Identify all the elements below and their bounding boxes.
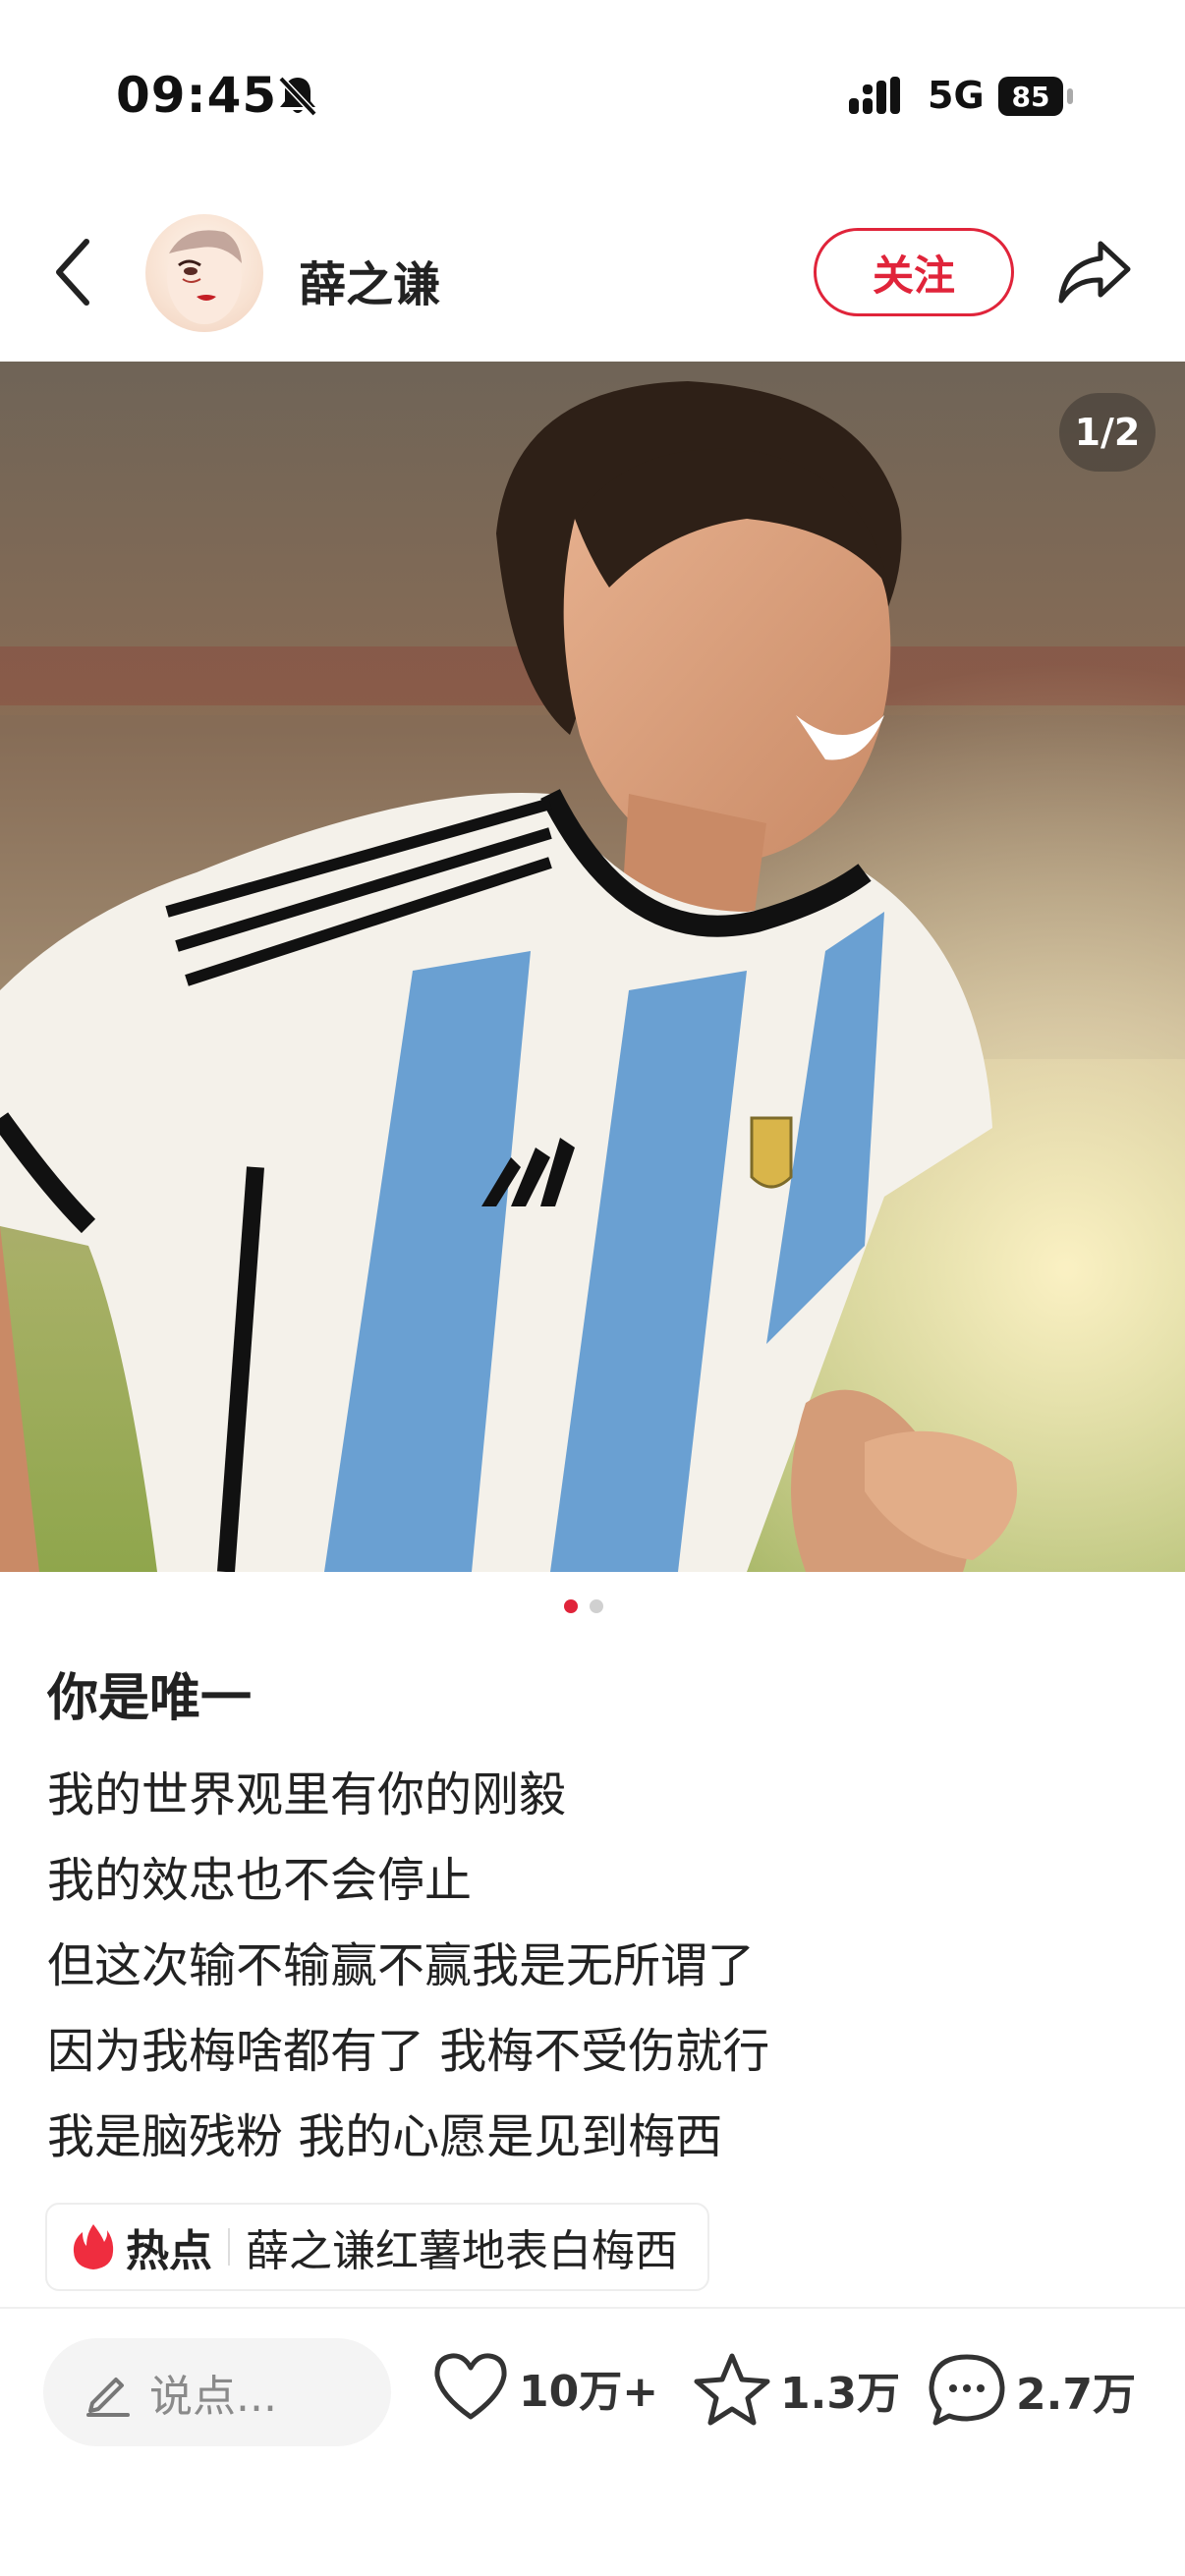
status-time: 09:45 [116, 67, 278, 124]
carousel-dots[interactable] [564, 1599, 603, 1613]
tag-divider [228, 2228, 230, 2266]
comment-button[interactable]: 2.7万 [928, 2352, 1136, 2429]
network-type: 5G [928, 74, 985, 117]
fire-icon [73, 2224, 114, 2269]
post-line: 因为我梅啥都有了 我梅不受伤就行 [47, 2024, 770, 2079]
favorite-count: 1.3万 [780, 2369, 900, 2419]
post-image[interactable] [0, 362, 1185, 1572]
post-line: 我的效忠也不会停止 [47, 1853, 473, 1908]
post-title: 你是唯一 [47, 1669, 253, 1728]
post-line: 但这次输不输赢不赢我是无所谓了 [47, 1938, 756, 1993]
post-body: 我的世界观里有你的刚毅 我的效忠也不会停止 但这次输不输赢不赢我是无所谓了 因为… [47, 1753, 1148, 2180]
comment-input[interactable]: 说点... [43, 2338, 391, 2446]
comment-bubble-icon [929, 2354, 1005, 2426]
like-button[interactable]: 10万+ [432, 2352, 658, 2423]
avatar[interactable] [145, 214, 263, 332]
favorite-button[interactable]: 1.3万 [694, 2352, 900, 2427]
hot-tag-label: 热点 [126, 2226, 212, 2276]
share-icon[interactable] [1055, 236, 1134, 308]
status-bar: 09:45 5G 85 [0, 0, 1185, 196]
avatar-face-image [167, 230, 242, 324]
hot-topic-tag[interactable]: 热点 薛之谦红薯地表白梅西 [45, 2203, 709, 2291]
battery-indicator: 85 [998, 77, 1063, 116]
comment-count: 2.7万 [1016, 2370, 1136, 2420]
post-line: 我的世界观里有你的刚毅 [47, 1767, 567, 1822]
heart-icon [434, 2353, 507, 2420]
carousel-dot-active[interactable] [564, 1599, 578, 1613]
pencil-icon [86, 2378, 130, 2417]
hot-tag-topic: 薛之谦红薯地表白梅西 [246, 2226, 678, 2276]
post-header: 薛之谦 关注 [0, 196, 1185, 362]
football-player-photo [0, 362, 1185, 1572]
username[interactable]: 薛之谦 [299, 246, 440, 314]
comment-placeholder: 说点... [149, 2372, 277, 2422]
battery-tip [1067, 88, 1073, 104]
like-count: 10万+ [519, 2367, 659, 2417]
image-page-indicator: 1/2 [1059, 393, 1156, 472]
follow-button[interactable]: 关注 [814, 228, 1014, 316]
carousel-dot[interactable] [590, 1599, 603, 1613]
signal-icon [849, 77, 900, 114]
bottom-divider [0, 2307, 1185, 2309]
chevron-left-icon[interactable] [49, 236, 98, 308]
star-icon [694, 2353, 770, 2426]
post-line: 我是脑残粉 我的心愿是见到梅西 [47, 2109, 723, 2164]
bell-slash-icon [278, 76, 317, 117]
